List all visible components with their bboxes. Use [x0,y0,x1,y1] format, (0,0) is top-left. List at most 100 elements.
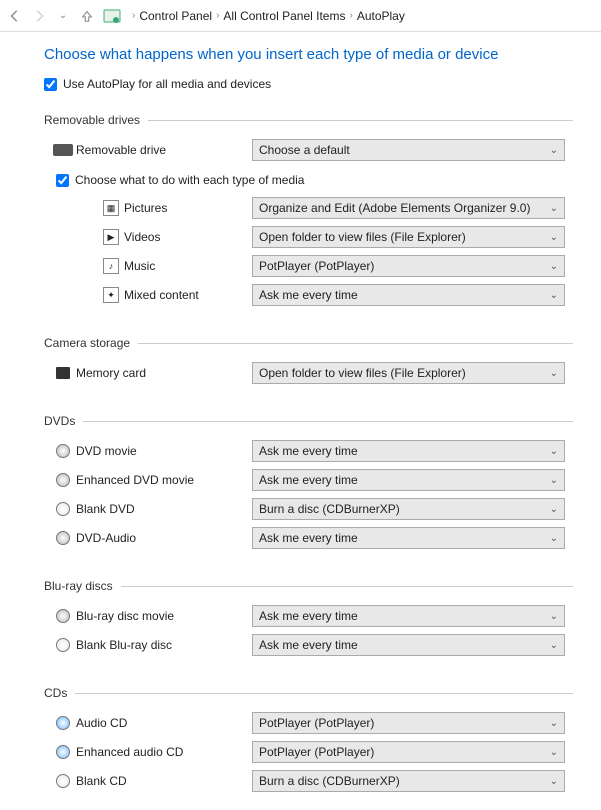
row-label: Blank DVD [76,502,252,516]
chevron-down-icon: ⌄ [550,504,558,515]
content: Choose what happens when you insert each… [0,32,601,810]
row-label: DVD-Audio [76,531,252,545]
dvd-audio-icon [50,531,76,545]
dropdown-value: Ask me every time [259,638,358,652]
chevron-down-icon: ⌄ [550,718,558,729]
use-autoplay-label: Use AutoPlay for all media and devices [63,77,271,91]
dropdown-dvd-movie[interactable]: Ask me every time ⌄ [252,440,565,462]
recent-dropdown[interactable]: ⌄ [54,7,72,25]
group-title-text: Camera storage [44,336,130,350]
dropdown-value: Burn a disc (CDBurnerXP) [259,502,400,516]
dropdown-value: Ask me every time [259,288,358,302]
use-autoplay-checkbox[interactable] [44,78,57,91]
chevron-down-icon: ⌄ [550,611,558,622]
group-dvds: DVDs DVD movie Ask me every time ⌄ Enhan… [44,414,573,551]
audio-cd-icon [50,716,76,730]
dropdown-dvd-audio[interactable]: Ask me every time ⌄ [252,527,565,549]
dropdown-value: PotPlayer (PotPlayer) [259,745,374,759]
blank-dvd-icon [50,502,76,516]
group-cds: CDs Audio CD PotPlayer (PotPlayer) ⌄ Enh… [44,686,573,794]
divider [148,120,573,121]
dropdown-blank-cd[interactable]: Burn a disc (CDBurnerXP) ⌄ [252,770,565,792]
chevron-down-icon: ⌄ [550,747,558,758]
dropdown-bluray-movie[interactable]: Ask me every time ⌄ [252,605,565,627]
dropdown-audio-cd[interactable]: PotPlayer (PotPlayer) ⌄ [252,712,565,734]
row-blank-dvd: Blank DVD Burn a disc (CDBurnerXP) ⌄ [44,496,573,522]
blank-cd-icon [50,774,76,788]
dropdown-value: Burn a disc (CDBurnerXP) [259,774,400,788]
row-memory-card: Memory card Open folder to view files (F… [44,360,573,386]
chevron-down-icon: ⌄ [550,368,558,379]
enhanced-cd-icon [50,745,76,759]
chevron-right-icon: › [132,10,135,21]
dropdown-blank-bluray[interactable]: Ask me every time ⌄ [252,634,565,656]
row-mixed: ✦ Mixed content Ask me every time ⌄ [44,282,573,308]
group-title-removable: Removable drives [44,113,573,127]
breadcrumb-control-panel[interactable]: Control Panel [139,9,212,23]
row-label: Audio CD [76,716,252,730]
use-autoplay-row: Use AutoPlay for all media and devices [44,77,573,91]
row-blank-bluray: Blank Blu-ray disc Ask me every time ⌄ [44,632,573,658]
dropdown-mixed[interactable]: Ask me every time ⌄ [252,284,565,306]
row-dvd-audio: DVD-Audio Ask me every time ⌄ [44,525,573,551]
row-videos: ▶ Videos Open folder to view files (File… [44,224,573,250]
row-removable-drive: Removable drive Choose a default ⌄ [44,137,573,163]
divider [75,693,573,694]
group-title-cds: CDs [44,686,573,700]
dropdown-pictures[interactable]: Organize and Edit (Adobe Elements Organi… [252,197,565,219]
dropdown-removable-drive[interactable]: Choose a default ⌄ [252,139,565,161]
dvd-movie-icon [50,444,76,458]
row-dvd-movie: DVD movie Ask me every time ⌄ [44,438,573,464]
row-label: Enhanced audio CD [76,745,252,759]
group-bluray: Blu-ray discs Blu-ray disc movie Ask me … [44,579,573,658]
chevron-down-icon: ⌄ [550,640,558,651]
pictures-icon: ▦ [98,200,124,216]
navbar: ⌄ › Control Panel › All Control Panel It… [0,0,601,32]
dropdown-enhanced-dvd[interactable]: Ask me every time ⌄ [252,469,565,491]
row-music: ♪ Music PotPlayer (PotPlayer) ⌄ [44,253,573,279]
forward-button[interactable] [30,7,48,25]
row-label: Music [124,259,252,273]
group-title-camera: Camera storage [44,336,573,350]
back-button[interactable] [6,7,24,25]
chevron-down-icon: ⌄ [550,145,558,156]
divider [121,586,573,587]
chevron-down-icon: ⌄ [550,533,558,544]
control-panel-icon [102,7,122,25]
chevron-down-icon: ⌄ [550,232,558,243]
dropdown-value: Ask me every time [259,444,358,458]
group-removable: Removable drives Removable drive Choose … [44,113,573,308]
row-label: DVD movie [76,444,252,458]
group-title-text: Removable drives [44,113,140,127]
choose-media-checkbox[interactable] [56,174,69,187]
group-title-text: DVDs [44,414,75,428]
dropdown-value: Open folder to view files (File Explorer… [259,366,466,380]
group-title-text: Blu-ray discs [44,579,113,593]
up-button[interactable] [78,7,96,25]
chevron-down-icon: ⌄ [550,203,558,214]
choose-media-row: Choose what to do with each type of medi… [56,173,573,187]
dropdown-enhanced-cd[interactable]: PotPlayer (PotPlayer) ⌄ [252,741,565,763]
dropdown-videos[interactable]: Open folder to view files (File Explorer… [252,226,565,248]
chevron-down-icon: ⌄ [550,776,558,787]
row-label: Videos [124,230,252,244]
breadcrumb-all-items[interactable]: All Control Panel Items [223,9,345,23]
group-title-dvds: DVDs [44,414,573,428]
row-pictures: ▦ Pictures Organize and Edit (Adobe Elem… [44,195,573,221]
row-enhanced-cd: Enhanced audio CD PotPlayer (PotPlayer) … [44,739,573,765]
row-bluray-movie: Blu-ray disc movie Ask me every time ⌄ [44,603,573,629]
dropdown-memory-card[interactable]: Open folder to view files (File Explorer… [252,362,565,384]
row-label: Memory card [76,366,252,380]
row-label: Enhanced DVD movie [76,473,252,487]
breadcrumb-autoplay[interactable]: AutoPlay [357,9,405,23]
dropdown-blank-dvd[interactable]: Burn a disc (CDBurnerXP) ⌄ [252,498,565,520]
choose-media-label: Choose what to do with each type of medi… [75,173,304,187]
dropdown-value: Organize and Edit (Adobe Elements Organi… [259,201,530,215]
row-label: Removable drive [76,143,252,157]
mixed-icon: ✦ [98,287,124,303]
memory-card-icon [50,367,76,379]
row-label: Pictures [124,201,252,215]
chevron-down-icon: ⌄ [550,446,558,457]
dropdown-music[interactable]: PotPlayer (PotPlayer) ⌄ [252,255,565,277]
row-enhanced-dvd: Enhanced DVD movie Ask me every time ⌄ [44,467,573,493]
